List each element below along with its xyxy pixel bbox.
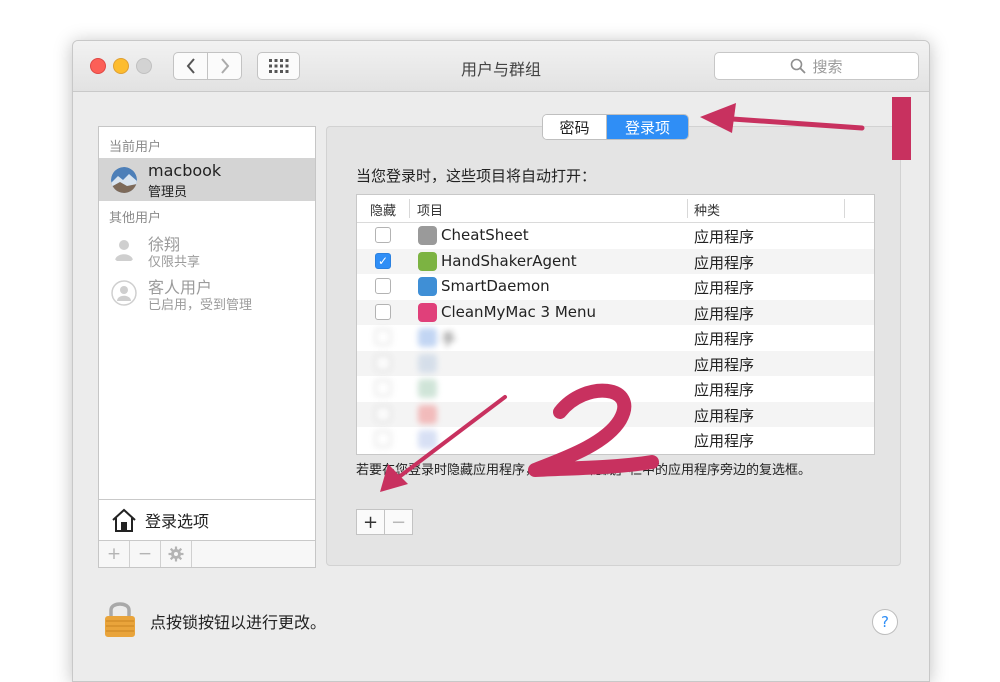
cleanmymac-icon bbox=[418, 302, 437, 322]
login-options-item[interactable]: 登录选项 bbox=[99, 499, 315, 540]
users-sidebar: 当前用户 macbook 管理员 其他用户 徐翔 仅限共享 客人用户 已启用，受… bbox=[98, 126, 316, 568]
remove-item-button[interactable]: − bbox=[385, 510, 412, 534]
item-name: SmartDaemon bbox=[441, 277, 550, 295]
preferences-window: 用户与群组 搜索 当前用户 macbook 管理员 其他用户 徐翔 仅限共享 客… bbox=[72, 40, 930, 682]
column-item[interactable]: 项目 bbox=[417, 200, 443, 219]
item-kind: 应用程序 bbox=[694, 432, 755, 450]
table-row[interactable]: 应用程序 bbox=[357, 350, 874, 376]
item-kind: 应用程序 bbox=[694, 304, 755, 323]
current-users-label: 当前用户 bbox=[109, 140, 162, 155]
table-header: 隐藏 项目 种类 bbox=[357, 195, 874, 223]
add-item-button[interactable]: + bbox=[357, 510, 385, 534]
item-kind: 应用程序 bbox=[694, 381, 755, 399]
user-silhouette-icon bbox=[115, 240, 133, 261]
hide-checkbox[interactable] bbox=[375, 329, 391, 345]
tab-control: 密码 登录项 bbox=[542, 114, 689, 140]
login-items-table: 隐藏 项目 种类 CheatSheet 应用程序 ✓ HandShakerAgent 应… bbox=[356, 194, 875, 455]
remove-user-button[interactable]: − bbox=[130, 541, 161, 567]
table-row[interactable]: SmartDaemon 应用程序 bbox=[357, 274, 874, 300]
sidebar-toolbar: + − bbox=[99, 540, 315, 567]
item-kind: 应用程序 bbox=[694, 355, 755, 374]
app-icon bbox=[418, 328, 437, 347]
item-name: HandShakerAgent bbox=[441, 251, 577, 270]
android-icon bbox=[418, 251, 437, 271]
add-user-button[interactable]: + bbox=[99, 541, 130, 567]
user-role: 管理员 bbox=[148, 185, 188, 200]
hide-checkbox[interactable] bbox=[375, 278, 391, 294]
guest-user-icon bbox=[111, 280, 137, 306]
gear-icon bbox=[168, 546, 184, 562]
cheatsheet-icon bbox=[418, 226, 437, 245]
hide-checkbox[interactable] bbox=[375, 303, 391, 320]
hide-checkbox[interactable]: ✓ bbox=[375, 252, 391, 269]
panel-heading: 当您登录时，这些项目将自动打开： bbox=[356, 167, 597, 185]
user-role: 仅限共享 bbox=[148, 255, 201, 270]
table-row[interactable]: CleanMyMac 3 Menu 应用程序 bbox=[357, 299, 874, 325]
item-kind: 应用程序 bbox=[694, 330, 755, 348]
hide-hint-text: 若要在您登录时隐藏应用程序，请选中「隐藏」栏中的应用程序旁边的复选框。 bbox=[356, 463, 812, 478]
hide-checkbox[interactable] bbox=[375, 354, 391, 371]
app-icon bbox=[418, 379, 437, 398]
table-row[interactable]: CheatSheet 应用程序 bbox=[357, 223, 874, 249]
lock-icon[interactable] bbox=[103, 599, 137, 639]
item-kind: 应用程序 bbox=[694, 253, 755, 272]
table-row[interactable]: 应用程序 bbox=[357, 376, 874, 402]
table-row[interactable]: 应用程序 bbox=[357, 401, 874, 427]
hide-checkbox[interactable] bbox=[375, 431, 391, 447]
house-icon bbox=[112, 508, 136, 532]
avatar bbox=[111, 167, 137, 193]
hide-checkbox[interactable] bbox=[375, 227, 391, 243]
column-kind[interactable]: 种类 bbox=[694, 200, 720, 219]
title-bar: 用户与群组 搜索 bbox=[73, 41, 929, 92]
user-name: macbook bbox=[148, 161, 222, 180]
tab-password[interactable]: 密码 bbox=[543, 115, 607, 139]
table-row[interactable]: 手 应用程序 bbox=[357, 325, 874, 351]
help-button[interactable]: ? bbox=[872, 609, 898, 635]
tab-login-items[interactable]: 登录项 bbox=[607, 115, 688, 139]
item-add-remove: + − bbox=[356, 509, 413, 535]
user-row-macbook[interactable]: macbook 管理员 bbox=[99, 158, 315, 201]
login-options-label: 登录选项 bbox=[145, 512, 210, 531]
item-name: CheatSheet bbox=[441, 226, 529, 244]
user-row-guest[interactable]: 客人用户 已启用，受到管理 bbox=[99, 272, 315, 314]
app-icon bbox=[418, 430, 437, 449]
smartdaemon-icon bbox=[418, 277, 437, 296]
item-kind: 应用程序 bbox=[694, 279, 755, 297]
other-users-label: 其他用户 bbox=[109, 211, 162, 226]
user-role: 已启用，受到管理 bbox=[148, 298, 253, 313]
hide-checkbox[interactable] bbox=[375, 405, 391, 422]
item-kind: 应用程序 bbox=[694, 228, 755, 246]
lock-message: 点按锁按钮以进行更改。 bbox=[150, 613, 327, 632]
hide-checkbox[interactable] bbox=[375, 380, 391, 396]
item-kind: 应用程序 bbox=[694, 406, 755, 425]
item-name: 手 bbox=[441, 330, 457, 348]
item-name: CleanMyMac 3 Menu bbox=[441, 302, 597, 321]
column-hide[interactable]: 隐藏 bbox=[370, 200, 396, 219]
action-menu-button[interactable] bbox=[161, 541, 192, 567]
user-row-xuxiang[interactable]: 徐翔 仅限共享 bbox=[99, 229, 315, 271]
app-icon bbox=[418, 404, 437, 424]
table-row[interactable]: 应用程序 bbox=[357, 427, 874, 453]
table-row[interactable]: ✓ HandShakerAgent 应用程序 bbox=[357, 248, 874, 274]
search-placeholder: 搜索 bbox=[812, 57, 843, 76]
search-field[interactable]: 搜索 bbox=[714, 52, 919, 80]
app-icon bbox=[418, 353, 437, 373]
search-icon bbox=[791, 58, 807, 74]
